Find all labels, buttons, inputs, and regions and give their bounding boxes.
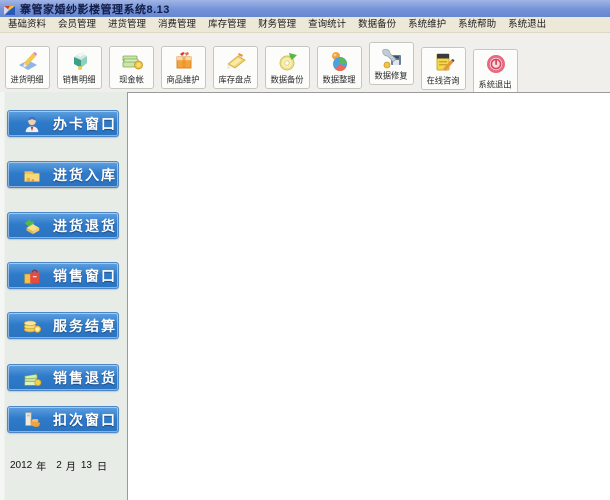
sidebar-purchase-inbound-button[interactable]: 进货入库	[7, 161, 119, 188]
sidebar-sales-return-button[interactable]: 销售退货	[7, 364, 119, 391]
toolbar-button-label: 库存盘点	[218, 75, 253, 85]
toolbar-stock-check-button[interactable]: 库存盘点	[213, 46, 258, 89]
sidebar: 办卡窗口 进货入库 进货退货 销售窗口 服务结算 销售退货 扣次窗口 2012 …	[0, 92, 127, 500]
titlebar: 寨管家婚纱影楼管理系统8.13	[0, 0, 610, 17]
toolbar-button-label: 系统退出	[478, 80, 513, 90]
toolbar-sales-detail-button[interactable]: 销售明细	[57, 46, 102, 89]
toolbar-data-backup-button[interactable]: 数据备份	[265, 46, 310, 89]
menubar: 基础资料 会员管理 进货管理 消费管理 库存管理 财务管理 查询统计 数据备份 …	[0, 17, 610, 33]
sidebar-button-label: 进货入库	[53, 166, 117, 183]
menu-query-stats[interactable]: 查询统计	[302, 17, 352, 33]
menu-system-maint[interactable]: 系统维护	[402, 17, 452, 33]
sidebar-button-label: 办卡窗口	[53, 115, 117, 132]
sidebar-button-label: 销售窗口	[53, 267, 117, 284]
sidebar-purchase-return-button[interactable]: 进货退货	[7, 212, 119, 239]
member-person-icon	[22, 114, 42, 134]
date-day-unit: 日	[96, 462, 107, 473]
cash-book-icon	[119, 49, 145, 73]
toolbar: 进货明细 销售明细 现金帐 商品维护 库存盘点 数据备份 数据整理 数据修复 在…	[0, 33, 610, 95]
sidebar-button-label: 进货退货	[53, 217, 117, 234]
toolbar-goods-maintain-button[interactable]: 商品维护	[161, 46, 206, 89]
toolbar-purchase-detail-button[interactable]: 进货明细	[5, 46, 50, 89]
stock-check-icon	[223, 49, 249, 73]
sidebar-button-label: 销售退货	[53, 369, 117, 386]
coins-icon	[22, 316, 42, 336]
data-backup-icon	[275, 49, 301, 73]
sidebar-button-label: 扣次窗口	[53, 411, 117, 428]
toolbar-data-organize-button[interactable]: 数据整理	[317, 46, 362, 89]
data-repair-icon	[379, 45, 405, 69]
toolbar-online-consult-button[interactable]: 在线咨询	[421, 47, 466, 90]
menu-consume-mgmt[interactable]: 消费管理	[152, 17, 202, 33]
system-exit-icon	[483, 52, 509, 76]
toolbar-data-repair-button[interactable]: 数据修复	[369, 42, 414, 85]
shopping-bag-icon	[22, 266, 42, 286]
toolbar-system-exit-button[interactable]: 系统退出	[473, 49, 518, 95]
app-flag-icon[interactable]	[3, 3, 16, 15]
date-month-unit: 月	[65, 462, 76, 473]
pointing-hand-icon	[22, 410, 42, 430]
data-organize-icon	[327, 49, 353, 73]
sidebar-button-label: 服务结算	[53, 317, 117, 334]
menu-purchase-mgmt[interactable]: 进货管理	[102, 17, 152, 33]
toolbar-button-label: 数据修复	[374, 71, 409, 81]
purchase-detail-icon	[15, 49, 41, 73]
purchase-return-icon	[22, 216, 42, 236]
toolbar-button-label: 销售明细	[62, 75, 97, 85]
toolbar-cash-book-button[interactable]: 现金帐	[109, 46, 154, 89]
toolbar-button-label: 进货明细	[10, 75, 45, 85]
menu-system-exit[interactable]: 系统退出	[502, 17, 552, 33]
menu-system-help[interactable]: 系统帮助	[452, 17, 502, 33]
toolbar-button-label: 现金帐	[119, 75, 144, 85]
menu-basic-data[interactable]: 基础资料	[2, 17, 52, 33]
toolbar-button-label: 数据备份	[270, 75, 305, 85]
date-month: 2	[56, 460, 62, 471]
banknotes-icon	[22, 368, 42, 388]
toolbar-button-label: 商品维护	[166, 75, 201, 85]
date-day: 13	[80, 460, 92, 471]
menu-member-mgmt[interactable]: 会员管理	[52, 17, 102, 33]
toolbar-button-label: 在线咨询	[426, 76, 461, 86]
menu-finance-mgmt[interactable]: 财务管理	[252, 17, 302, 33]
sales-detail-icon	[67, 49, 93, 73]
menu-data-backup[interactable]: 数据备份	[352, 17, 402, 33]
sidebar-deduct-window-button[interactable]: 扣次窗口	[7, 406, 119, 433]
toolbar-button-label: 数据整理	[322, 75, 357, 85]
sidebar-service-settle-button[interactable]: 服务结算	[7, 312, 119, 339]
date-year: 2012	[10, 460, 33, 471]
mdi-workspace	[127, 92, 610, 500]
online-consult-icon	[431, 50, 457, 74]
current-date: 2012 年 2 月 13 日	[10, 458, 120, 473]
goods-maintain-icon	[171, 49, 197, 73]
date-year-unit: 年	[36, 462, 47, 473]
menu-stock-mgmt[interactable]: 库存管理	[202, 17, 252, 33]
sidebar-card-window-button[interactable]: 办卡窗口	[7, 110, 119, 137]
sidebar-sales-window-button[interactable]: 销售窗口	[7, 262, 119, 289]
window-title: 寨管家婚纱影楼管理系统8.13	[20, 3, 170, 16]
inbox-folder-icon	[22, 165, 42, 185]
